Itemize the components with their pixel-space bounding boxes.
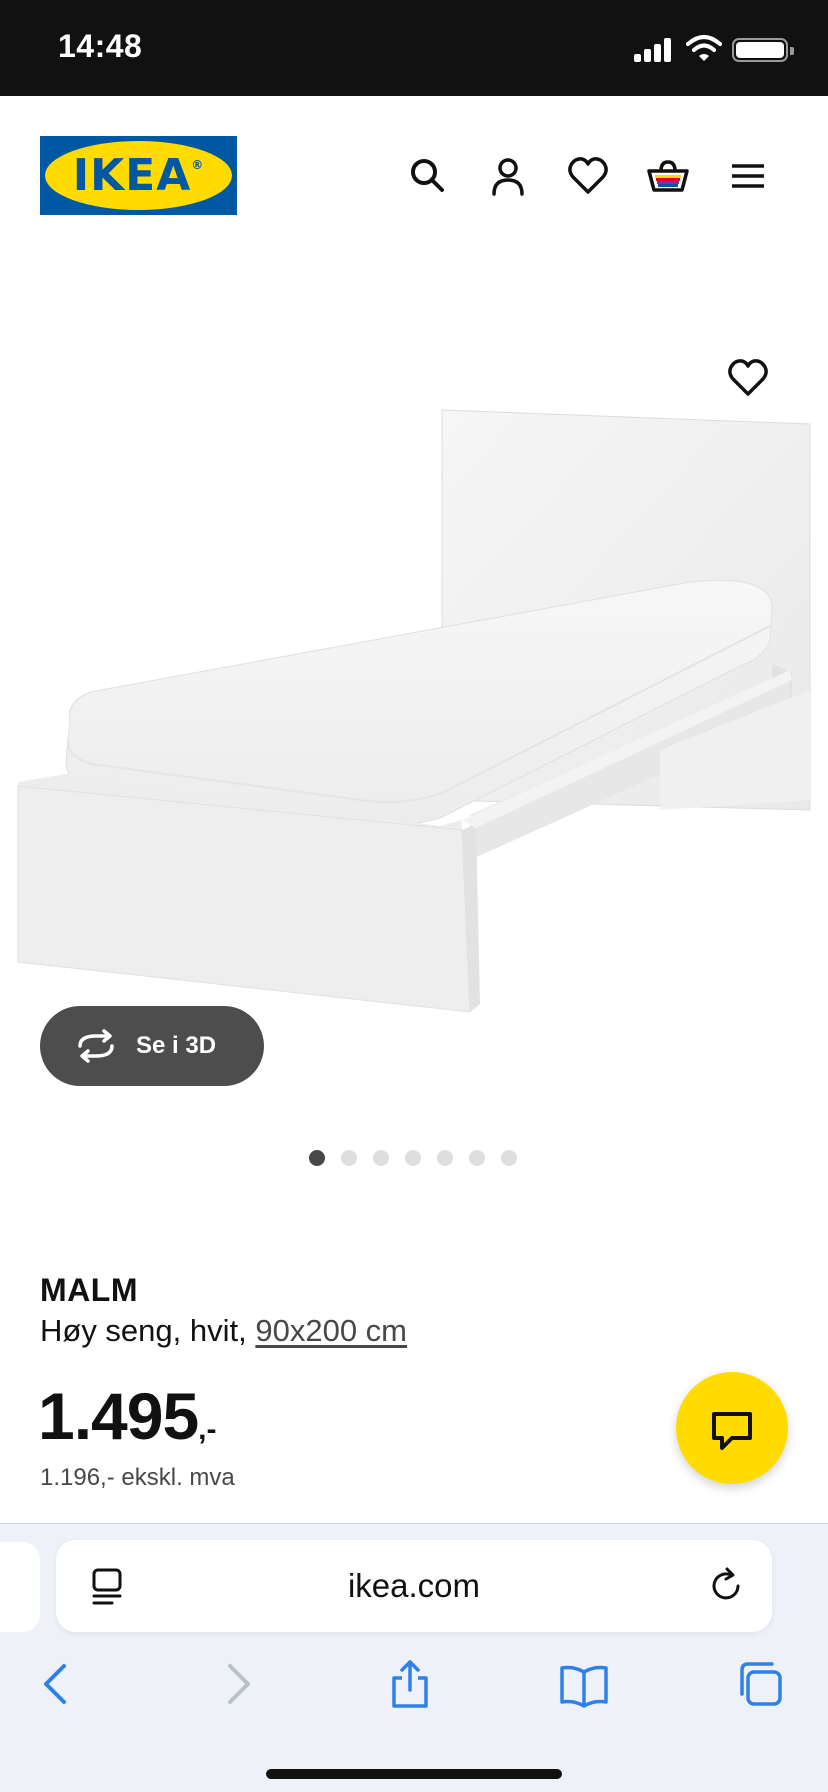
product-image[interactable] [0, 390, 828, 1030]
status-icons [634, 34, 794, 66]
image-pagination [309, 1150, 529, 1166]
reload-icon[interactable] [706, 1566, 746, 1606]
home-indicator [266, 1769, 562, 1779]
chat-button[interactable] [676, 1372, 788, 1484]
product-description: Høy seng, hvit, 90x200 cm [40, 1313, 407, 1349]
battery-icon [732, 38, 794, 62]
pagination-dot[interactable] [469, 1150, 485, 1166]
browser-bar: ikea.com [0, 1523, 828, 1792]
add-to-favorites-heart-icon[interactable] [726, 356, 770, 400]
view-3d-button[interactable]: Se i 3D [40, 1006, 264, 1086]
pagination-dot[interactable] [341, 1150, 357, 1166]
bookmarks-icon[interactable] [558, 1658, 610, 1710]
menu-icon[interactable] [726, 154, 770, 198]
pagination-dot[interactable] [501, 1150, 517, 1166]
wifi-icon [686, 34, 722, 62]
status-bar: 14:48 [0, 0, 828, 96]
pagination-dot[interactable] [405, 1150, 421, 1166]
price-excluding-vat: 1.196,- ekskl. mva [40, 1464, 235, 1491]
view-3d-label: Se i 3D [136, 1032, 217, 1059]
pagination-dot[interactable] [437, 1150, 453, 1166]
shopping-bag-icon[interactable] [646, 154, 690, 198]
product-price: 1.495,- [38, 1378, 217, 1454]
back-icon[interactable] [32, 1658, 84, 1710]
address-text: ikea.com [347, 1567, 481, 1604]
cellular-signal-icon [634, 38, 674, 62]
logo-text: IKEA® [72, 150, 205, 201]
site-header: IKEA® [0, 96, 828, 256]
chat-bubble-icon [712, 1412, 752, 1450]
product-type: Høy seng, hvit, [40, 1313, 256, 1348]
pagination-dot[interactable] [373, 1150, 389, 1166]
previous-tab-peek[interactable] [0, 1542, 40, 1632]
rotate-3d-icon [78, 1029, 114, 1063]
share-icon[interactable] [384, 1658, 436, 1710]
pagination-dot[interactable] [309, 1150, 325, 1166]
product-name: MALM [40, 1272, 138, 1308]
search-icon[interactable] [406, 154, 450, 198]
heart-icon[interactable] [566, 154, 610, 198]
tabs-icon[interactable] [734, 1658, 786, 1710]
price-suffix: ,- [198, 1413, 217, 1446]
status-time: 14:48 [58, 28, 143, 64]
price-amount: 1.495 [38, 1379, 199, 1453]
address-bar[interactable]: ikea.com [56, 1540, 772, 1632]
account-icon[interactable] [486, 154, 530, 198]
forward-icon[interactable] [210, 1658, 262, 1710]
ikea-logo[interactable]: IKEA® [40, 136, 237, 215]
product-size-link[interactable]: 90x200 cm [255, 1313, 407, 1348]
